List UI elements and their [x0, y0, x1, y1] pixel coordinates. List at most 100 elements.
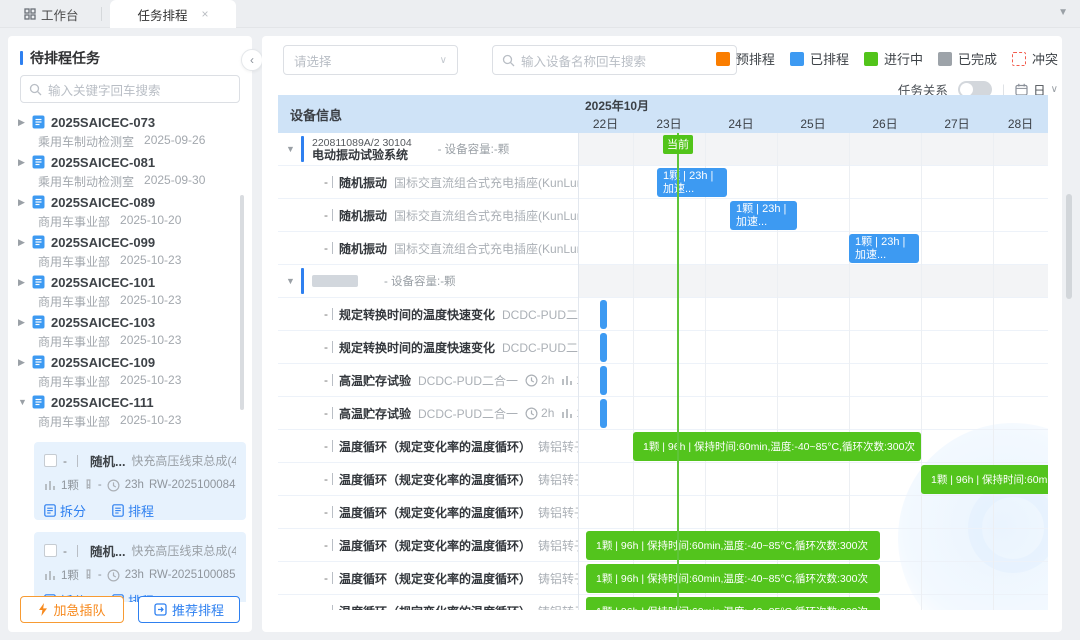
pending-task-list: ▶2025SAICEC-073乘用车制动检测室2025-09-26▶2025SA… [8, 112, 252, 602]
schedule-bar[interactable]: 1颗 | 96h | 保持时间:60min,温度:-40~85°C,循环次数:3… [586, 597, 880, 610]
month-label: 2025年10月 [585, 97, 649, 114]
doc-link-icon [112, 504, 124, 517]
device-search-input[interactable]: 输入设备名称回车搜索 [492, 45, 737, 75]
tabbar-caret-icon[interactable]: ▼ [1058, 7, 1068, 18]
schedule-bar[interactable]: 1颗 | 96h | 保持时间:60min,温度:-40~85°C,循环次数:3… [921, 465, 1048, 494]
recommend-schedule-button[interactable]: 推荐排程 [138, 596, 240, 623]
divider [332, 341, 333, 353]
task-date: 2025-10-23 [120, 413, 181, 430]
task-row: 1颗 | 96h | 保持时间:60min,温度:-40~85°C,循环次数:3… [278, 595, 1048, 610]
keyword-search-input[interactable]: 输入关键字回车搜索 [20, 75, 240, 103]
task-row: 1颗 | 23h |加速...-随机振动国标交直流组合式充电插座(KunLun … [278, 166, 1048, 199]
test-device: 铸铝转子异 [538, 471, 578, 488]
urgent-insert-button[interactable]: 加急插队 [20, 596, 124, 623]
schedule-bar[interactable] [600, 333, 607, 362]
schedule-bar[interactable]: 1颗 | 23h |加速... [657, 168, 727, 197]
subtask-duration: 23h [125, 479, 144, 491]
legend-swatch [716, 52, 730, 66]
caret-down-icon[interactable]: ▼ [286, 144, 295, 154]
legend-swatch [938, 52, 952, 66]
task-dept: 商用车事业部 [38, 253, 110, 270]
subtask-device: 快充高压线束总成(45... [131, 452, 236, 469]
task-code: 2025SAICEC-111 [51, 395, 154, 410]
subtask-checkbox[interactable] [44, 544, 57, 557]
subtask-checkbox[interactable] [44, 454, 57, 467]
task-dept: 商用车事业部 [38, 373, 110, 390]
filter-select[interactable]: 请选择 ∨ [283, 45, 458, 75]
task-tree-item[interactable]: ▼ 2025SAICEC-111 商用车事业部 2025-10-23 [8, 392, 252, 432]
divider [332, 308, 333, 320]
schedule-link[interactable]: 排程 [112, 501, 154, 520]
task-dept: 乘用车制动检测室 [38, 173, 134, 190]
task-code: 2025SAICEC-099 [51, 235, 155, 250]
clock-icon [525, 374, 538, 387]
task-date: 2025-10-23 [120, 333, 181, 350]
sidebar-scrollbar[interactable] [240, 195, 244, 410]
current-time-line [677, 133, 679, 610]
task-tree-item[interactable]: ▶2025SAICEC-103商用车事业部2025-10-23 [8, 312, 252, 352]
legend-swatch [864, 52, 878, 66]
caret-down-icon[interactable]: ▼ [18, 397, 26, 407]
task-code: 2025SAICEC-101 [51, 275, 155, 290]
task-dept: 商用车事业部 [38, 213, 110, 230]
caret-down-icon[interactable]: ▼ [286, 276, 295, 286]
collapse-sidebar-button[interactable]: ‹ [241, 49, 263, 71]
task-tree-item[interactable]: ▶2025SAICEC-101商用车事业部2025-10-23 [8, 272, 252, 312]
subtask-card[interactable]: -随机...快充高压线束总成(45...1颗-23hRW-2025100085拆… [34, 532, 246, 602]
divider [332, 506, 333, 518]
test-name: 规定转换时间的温度快速变化 [339, 306, 495, 323]
tab-workbench[interactable]: 工作台 [24, 0, 79, 28]
task-tree-item[interactable]: ▶2025SAICEC-089商用车事业部2025-10-20 [8, 192, 252, 232]
meta-value: 2h [541, 373, 554, 387]
vertical-scrollbar[interactable] [1066, 194, 1072, 299]
caret-right-icon[interactable]: ▶ [18, 317, 26, 328]
tab-task-scheduling[interactable]: 任务排程 × [110, 0, 236, 28]
task-tree-item[interactable]: ▶2025SAICEC-073乘用车制动检测室2025-09-26 [8, 112, 252, 152]
tab-workbench-label: 工作台 [41, 5, 79, 24]
task-tree-item[interactable]: ▶2025SAICEC-081乘用车制动检测室2025-09-30 [8, 152, 252, 192]
caret-right-icon[interactable]: ▶ [18, 197, 26, 208]
chart-icon [561, 407, 573, 419]
schedule-bar[interactable]: 1颗 | 96h | 保持时间:60min,温度:-40~85°C,循环次数:3… [586, 531, 880, 560]
schedule-bar[interactable]: 1颗 | 23h |加速... [730, 201, 797, 230]
subtask-name: 随机... [90, 541, 125, 560]
caret-right-icon[interactable]: ▶ [18, 357, 26, 368]
task-dept: 商用车事业部 [38, 413, 110, 430]
pending-tasks-header: 待排程任务 [20, 48, 100, 68]
caret-right-icon[interactable]: ▶ [18, 237, 26, 248]
test-name: 高温贮存试验 [339, 372, 411, 389]
schedule-bar[interactable]: 1颗 | 96h | 保持时间:60min,温度:-40~85°C,循环次数:3… [586, 564, 880, 593]
schedule-bar[interactable] [600, 300, 607, 329]
bar-label: 1颗 | 96h | 保持时间:60min,温度:-40~85°C,循环次数:3… [596, 604, 868, 610]
legend-swatch [1012, 52, 1026, 66]
subtask-card[interactable]: -随机...快充高压线束总成(45...1颗-23hRW-2025100084拆… [34, 442, 246, 520]
caret-right-icon[interactable]: ▶ [18, 277, 26, 288]
schedule-panel: 请选择 ∨ 输入设备名称回车搜索 预排程已排程进行中已完成冲突 任务关系 | 日 [262, 36, 1062, 632]
day-header: 24日 [705, 114, 777, 133]
equipment-capacity: - 设备容量:-颗 [384, 273, 456, 289]
task-date: 2025-09-26 [144, 133, 205, 150]
schedule-bar[interactable]: 1颗 | 23h |加速... [849, 234, 919, 263]
accent-bar [301, 136, 304, 162]
task-row: -温度循环（规定变化率的温度循环）铸铝转子异 [278, 496, 1048, 529]
tube-icon [84, 479, 93, 492]
doc-icon [32, 395, 45, 409]
day-header: 27日 [921, 114, 993, 133]
caret-right-icon[interactable]: ▶ [18, 117, 26, 128]
close-icon[interactable]: × [202, 7, 209, 21]
task-dept: 乘用车制动检测室 [38, 133, 134, 150]
schedule-bar[interactable] [600, 399, 607, 428]
task-tree-item[interactable]: ▶2025SAICEC-109商用车事业部2025-10-23 [8, 352, 252, 392]
equipment-name: 电动振动试验系统 [312, 149, 412, 161]
task-date: 2025-10-23 [120, 293, 181, 310]
task-tree-item[interactable]: ▶2025SAICEC-099商用车事业部2025-10-23 [8, 232, 252, 272]
equipment-capacity: - 设备容量:-颗 [438, 141, 510, 157]
test-name: 温度循环（规定变化率的温度循环） [339, 537, 531, 554]
caret-right-icon[interactable]: ▶ [18, 157, 26, 168]
schedule-bar[interactable] [600, 366, 607, 395]
subtask-qty: 1颗 [61, 477, 79, 493]
gantt-body: ▼220811089A/2 30104电动振动试验系统- 设备容量:-颗1颗 |… [278, 133, 1048, 610]
test-device: 铸铝转子异 [538, 504, 578, 521]
bar-label: 1颗 | 96h | 保持时间:60min,温度:-40~85°C,循环次数:3… [643, 439, 915, 454]
split-link[interactable]: 拆分 [44, 501, 86, 520]
